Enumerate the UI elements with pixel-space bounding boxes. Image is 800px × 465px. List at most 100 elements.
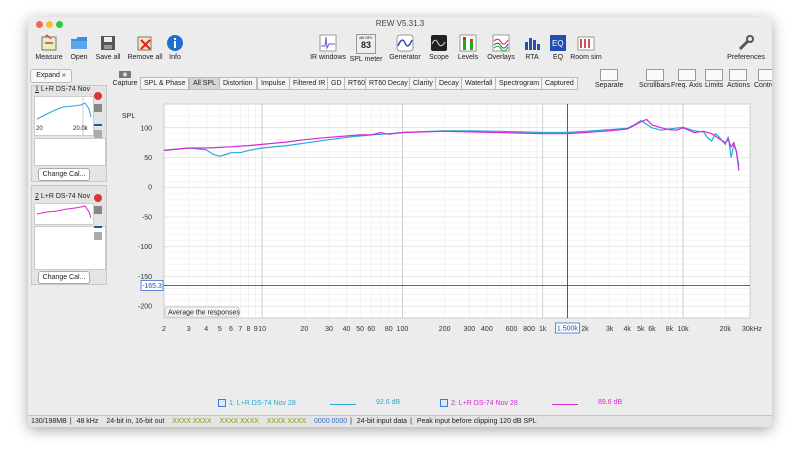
levels-icon (459, 34, 477, 52)
legend-readout-2: 89.6 dB (598, 399, 623, 406)
x-tick-label: 4 (204, 326, 208, 333)
ir-windows-button[interactable]: IR windows (308, 34, 348, 61)
x-tick-label: 2 (162, 326, 166, 333)
maximize-window-button[interactable] (56, 21, 63, 28)
tab-impulse[interactable]: Impulse (257, 77, 290, 90)
change-cal-button-2[interactable]: Change Cal... (38, 271, 90, 284)
x-tick-label: 200 (439, 326, 451, 333)
cursor-y-readout-text: -165.3 (142, 283, 162, 290)
tab-filtered-ir[interactable]: Filtered IR (289, 77, 330, 90)
spl-meter-icon: dB SPL 83 (356, 34, 376, 54)
scrollbars-icon (645, 69, 664, 81)
tab-spectrogram[interactable]: Spectrogram (495, 77, 544, 90)
controls-tool[interactable]: Controls (754, 69, 772, 89)
svg-text:EQ: EQ (552, 39, 564, 48)
tab-distortion[interactable]: Distortion (219, 77, 257, 90)
measurement-1-notes (34, 138, 106, 166)
rew-window: REW V5.31.3 Measure Open Save all Remove… (28, 17, 772, 427)
freq-axis-label: Freq. Axis (671, 82, 703, 89)
actions-label: Actions (727, 82, 750, 89)
change-cal-label-1: Change Cal... (42, 171, 86, 178)
cursor-y-readout: -165.3 (140, 280, 164, 291)
tab-spl-phase[interactable]: SPL & Phase (140, 77, 190, 90)
graph-icon[interactable] (94, 104, 102, 112)
measurement-1-name: L+R DS-74 Nov (40, 86, 91, 93)
info-button[interactable]: Info (155, 34, 195, 61)
measurement-card-1[interactable]: 1 L+R DS-74 Nov 20 20.0k Change Cal... (31, 85, 107, 182)
freq-axis-tool[interactable]: Freq. Axis (671, 69, 702, 89)
memory-usage: 130/198MB (31, 418, 67, 425)
tab-captured[interactable]: Captured (541, 77, 578, 90)
legend-swatch-1 (330, 404, 356, 405)
legend-name-2: L+R DS-74 Nov 28 (458, 399, 518, 407)
tab-rt60-decay[interactable]: RT60 Decay (365, 77, 412, 90)
legend-checkbox-2[interactable] (440, 399, 448, 407)
x-tick-label: 30kHz (742, 326, 762, 333)
measurement-1-thumbnail: 20 20.0k (34, 96, 94, 136)
x-tick-label: 60 (367, 326, 375, 333)
info-label: Info (169, 54, 181, 61)
overlays-icon (492, 34, 510, 52)
room-sim-button[interactable]: Room sim (566, 34, 606, 61)
minimize-window-button[interactable] (46, 21, 53, 28)
measure-icon (41, 34, 57, 51)
pen-icon[interactable] (94, 116, 102, 126)
legend-name-1: L+R DS-74 Nov 28 (236, 399, 296, 407)
capture-button[interactable]: Capture (112, 69, 138, 87)
separate-tool[interactable]: Separate (595, 69, 623, 89)
measurement-2-name: L+R DS-74 Nov (40, 193, 91, 200)
actions-icon (729, 69, 748, 81)
freq-axis-icon (677, 69, 696, 81)
capture-label: Capture (112, 80, 138, 87)
document-icon[interactable] (94, 130, 102, 138)
level-meter-3: XXXX XXXX (266, 418, 307, 425)
separate-label: Separate (595, 82, 624, 89)
remove-measurement-icon[interactable] (94, 194, 102, 202)
chevron-right-icon: » (61, 72, 66, 79)
graph-icon[interactable] (94, 206, 102, 214)
limits-label: Limits (705, 82, 724, 89)
y-tick-label: -100 (138, 244, 152, 251)
x-tick-label: 8 (247, 326, 251, 333)
save-all-button[interactable]: Save all (88, 34, 128, 61)
close-window-button[interactable] (36, 21, 43, 28)
level-meter-1: XXXX XXXX (172, 418, 212, 425)
tab-clarity[interactable]: Clarity (409, 77, 437, 90)
document-icon[interactable] (94, 232, 102, 240)
x-tick-label: 40 (343, 326, 351, 333)
x-tick-label: 3 (187, 326, 191, 333)
tab-gd[interactable]: GD (327, 77, 346, 90)
y-tick-label: -50 (142, 214, 152, 221)
limits-tool[interactable]: Limits (705, 69, 723, 89)
x-tick-label: 800 (523, 326, 535, 333)
spl-graph[interactable]: SPL 100 50 0 -50 -100 -150 -200 2 3 4 5 6 7 8 9 10 20 30 40… (112, 90, 772, 380)
legend-swatch-2 (552, 404, 578, 405)
tab-all-spl[interactable]: All SPL (189, 77, 220, 90)
expand-button[interactable]: Expand » (30, 69, 72, 83)
expand-label: Expand (36, 72, 60, 79)
y-tick-label: 50 (144, 155, 152, 162)
sample-rate: 48 kHz (76, 418, 99, 425)
tab-waterfall[interactable]: Waterfall (461, 77, 497, 90)
remove-measurement-icon[interactable] (94, 92, 102, 100)
x-tick-label: 20 (300, 326, 308, 333)
x-tick-label: 6k (648, 326, 656, 333)
preferences-button[interactable]: Preferences (726, 34, 766, 61)
change-cal-button-1[interactable]: Change Cal... (38, 168, 90, 181)
x-tick-label: 10k (677, 326, 689, 333)
pen-icon[interactable] (94, 218, 102, 228)
cursor-x-readout-text: 1.500k (557, 326, 579, 333)
room-sim-label: Room sim (570, 54, 602, 61)
info-icon (167, 35, 183, 51)
x-tick-label: 300 (464, 326, 476, 333)
save-all-label: Save all (95, 54, 121, 61)
save-icon (101, 36, 115, 50)
legend-checkbox-1[interactable] (218, 399, 226, 407)
tab-decay[interactable]: Decay (435, 77, 463, 90)
actions-tool[interactable]: Actions (727, 69, 750, 89)
measurement-card-2[interactable]: 2 L+R DS-74 Nov Change Cal... (31, 185, 107, 285)
spl-meter-button[interactable]: dB SPL 83 SPL meter (346, 34, 386, 63)
average-responses-button[interactable]: Average the responses (164, 306, 240, 318)
scrollbars-tool[interactable]: Scrollbars (639, 69, 670, 89)
y-axis-label: SPL (122, 113, 135, 120)
